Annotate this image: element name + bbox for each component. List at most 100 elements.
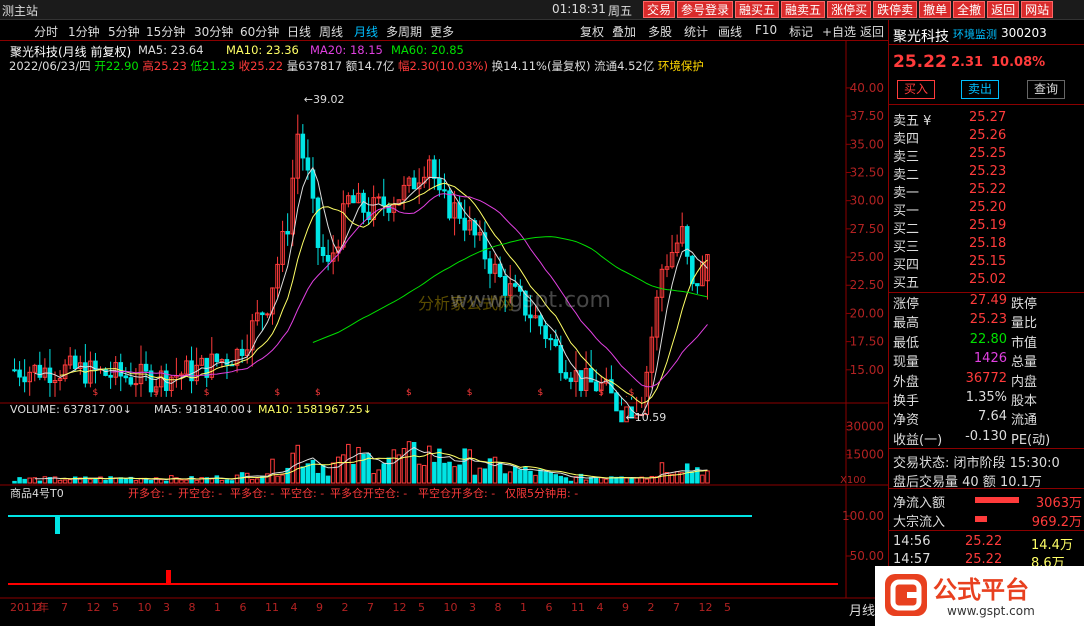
x-tick-label: 9 (316, 601, 323, 614)
stat-value-4: 36772 (965, 370, 1007, 386)
bar-range: 幅2.30(10.03%) (398, 59, 488, 73)
ask-price-2[interactable]: 25.25 (969, 146, 1006, 161)
period-tab-11[interactable]: 复权 (580, 23, 604, 40)
stat-label2-0: 跌停 (1011, 297, 1038, 312)
x-tick-label: 12 (699, 601, 713, 614)
volume-bar (133, 480, 139, 484)
period-tab-13[interactable]: 多股 (648, 23, 672, 40)
y-tick-label: 40.00 (850, 81, 884, 95)
bid-price-2[interactable]: 25.18 (969, 236, 1006, 251)
quick-button-6[interactable]: 撤单 (919, 1, 952, 18)
env-monitor-link[interactable]: 环境监测 (953, 26, 997, 42)
volume-bar (300, 466, 306, 484)
signal-spike-red (166, 570, 171, 584)
x-tick-label: 12 (393, 601, 407, 614)
quick-button-4[interactable]: 涨停买 (827, 1, 872, 18)
volume-bar (598, 477, 604, 484)
bid-price-1[interactable]: 25.19 (969, 218, 1006, 233)
ask-price-0[interactable]: 25.27 (969, 110, 1006, 125)
period-tab-14[interactable]: 统计 (684, 23, 708, 40)
candle-body (12, 369, 17, 372)
sell-button[interactable]: 卖出 (961, 80, 999, 99)
period-tab-1[interactable]: 1分钟 (68, 23, 100, 40)
period-tab-16[interactable]: F10 (755, 23, 777, 37)
period-tab-12[interactable]: 叠加 (612, 23, 636, 40)
y-tick-label: 30.00 (850, 194, 884, 208)
bid-price-0[interactable]: 25.20 (969, 200, 1006, 215)
candle-body (17, 369, 22, 378)
volume-bar (447, 461, 452, 484)
x-tick-label: 5 (418, 601, 425, 614)
quick-button-0[interactable]: 交易 (643, 1, 676, 18)
ask-price-3[interactable]: 25.23 (969, 164, 1006, 179)
y-tick-label: 15.00 (850, 363, 884, 377)
watermark-center-site: www.gspt.com (450, 288, 611, 313)
bar-volume: 量637817 (286, 59, 343, 73)
period-tab-8[interactable]: 月线 (354, 23, 378, 40)
low-annotation: ←10.59 (625, 411, 666, 424)
tick-time-0: 14:56 (893, 534, 931, 549)
quick-button-2[interactable]: 融买五 (735, 1, 780, 18)
x-tick-label: 5 (724, 601, 731, 614)
quick-button-1[interactable]: 参号登录 (677, 1, 734, 18)
x-tick-label: 7 (367, 601, 374, 614)
last-price: 25.22 (893, 52, 947, 72)
period-tab-3[interactable]: 15分钟 (146, 23, 185, 40)
ask-label-1: 卖四 (893, 132, 920, 147)
x-tick-label: 3 (469, 601, 476, 614)
period-tab-2[interactable]: 5分钟 (108, 23, 140, 40)
bar-turnover: 换14.11%(量复权) (491, 59, 591, 73)
volume-tick-label: 30000 (846, 419, 884, 433)
stat-value-2: 22.80 (969, 331, 1007, 347)
quick-button-9[interactable]: 网站 (1021, 1, 1054, 18)
period-tab-10[interactable]: 更多 (430, 23, 454, 40)
volume-bar (62, 479, 68, 484)
volume-bar (280, 474, 285, 484)
volume-bar (184, 479, 189, 484)
volume-bar (148, 480, 154, 484)
bid-price-4[interactable]: 25.02 (969, 272, 1006, 287)
volume-bar (604, 478, 609, 484)
period-tab-17[interactable]: 标记 (789, 23, 813, 40)
period-tab-0[interactable]: 分时 (34, 23, 58, 40)
period-tab-9[interactable]: 多周期 (386, 23, 422, 40)
quick-button-7[interactable]: 全撤 (953, 1, 986, 18)
volume-bar (72, 476, 78, 484)
candle-body (543, 325, 548, 340)
industry-label[interactable]: 环境保护 (658, 59, 704, 73)
candle-body (143, 363, 149, 372)
volume-bar (244, 472, 250, 484)
volume-bar (416, 463, 422, 484)
quick-button-3[interactable]: 融卖五 (781, 1, 826, 18)
watermark-brand: 公式平台 (933, 576, 1029, 604)
x-tick-label: 11 (571, 601, 585, 614)
period-tab-15[interactable]: 画线 (718, 23, 742, 40)
query-button[interactable]: 查询 (1027, 80, 1065, 99)
dividend-marker: $ (629, 388, 635, 398)
gspt-watermark: 公式平台 www.gspt.com (875, 566, 1084, 626)
volume-bar (320, 464, 326, 484)
volume-bar (583, 479, 589, 484)
period-tab-4[interactable]: 30分钟 (194, 23, 233, 40)
ask-price-1[interactable]: 25.26 (969, 128, 1006, 143)
quick-button-8[interactable]: 返回 (987, 1, 1020, 18)
y-tick-label: 17.50 (850, 335, 884, 349)
signal-item: 开空仓: - (178, 486, 222, 500)
period-tab-7[interactable]: 周线 (319, 23, 343, 40)
ask-label-2: 卖三 (893, 150, 920, 165)
x-tick-label: 2 (36, 601, 43, 614)
bottom-period-tab[interactable]: 月线 (849, 600, 875, 619)
period-tab-5[interactable]: 60分钟 (240, 23, 279, 40)
volume-bar (341, 454, 346, 484)
buy-button[interactable]: 买入 (897, 80, 935, 99)
candle-body (320, 246, 326, 257)
period-tab-18[interactable]: +自选 (822, 23, 856, 40)
stat-label-6: 净资 (893, 413, 920, 429)
candle-body (695, 283, 700, 287)
quick-button-5[interactable]: 跌停卖 (873, 1, 918, 18)
period-tab-6[interactable]: 日线 (287, 23, 311, 40)
ask-price-4[interactable]: 25.22 (969, 182, 1006, 197)
volume-bar (512, 466, 518, 484)
period-tab-19[interactable]: 返回 (860, 23, 884, 40)
bid-price-3[interactable]: 25.15 (969, 254, 1006, 269)
